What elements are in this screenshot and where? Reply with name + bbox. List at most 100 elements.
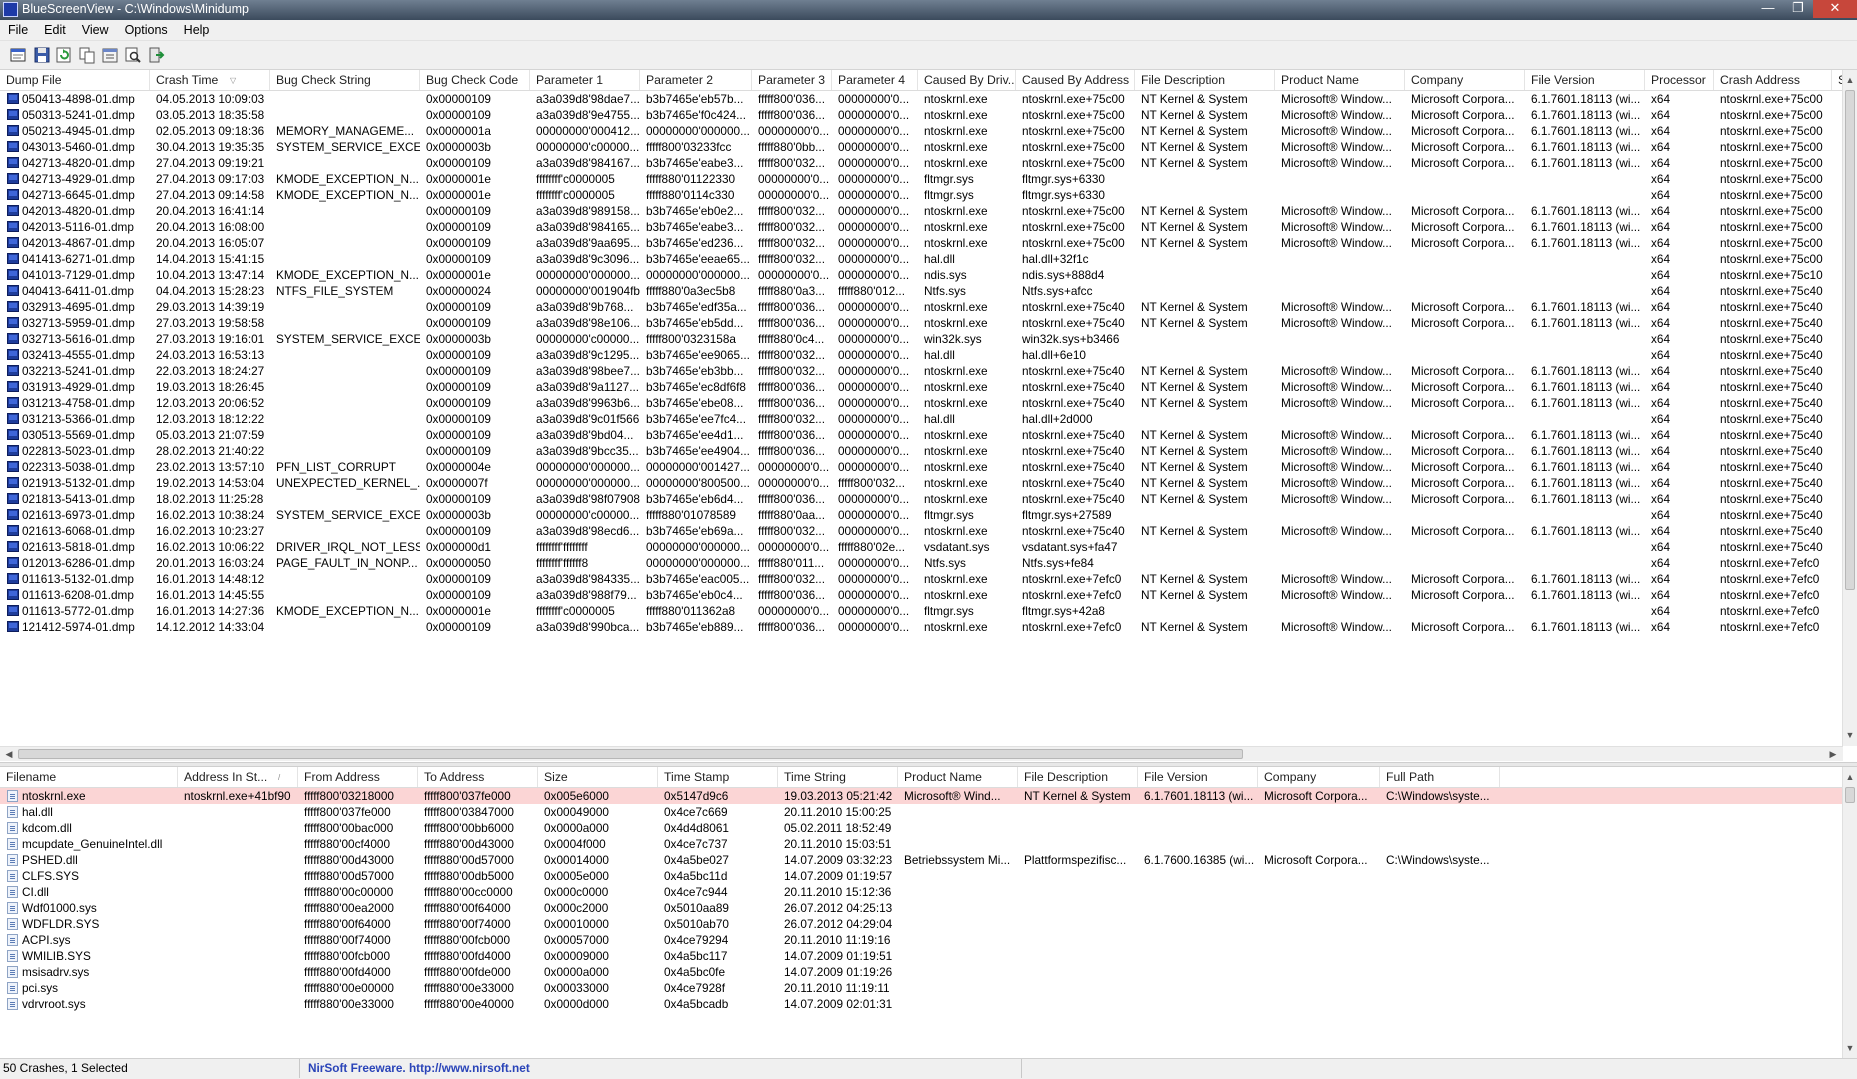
table-row[interactable]: 050313-5241-01.dmp 03.05.2013 18:35:58 0x0… bbox=[0, 107, 1843, 123]
column-header-file-description[interactable]: File Description bbox=[1135, 70, 1275, 90]
table-row[interactable]: 031913-4929-01.dmp 19.03.2013 18:26:45 0x0… bbox=[0, 379, 1843, 395]
column-header-parameter-3[interactable]: Parameter 3 bbox=[752, 70, 832, 90]
copy-icon[interactable] bbox=[78, 46, 96, 64]
scroll-up-icon[interactable]: ▲ bbox=[1843, 770, 1857, 784]
column-header-full-path[interactable]: Full Path bbox=[1380, 767, 1500, 787]
table-row[interactable]: WMILIB.SYS fffff880'00fcb000 fffff880'00fd… bbox=[0, 948, 1843, 964]
scroll-up-icon[interactable]: ▲ bbox=[1843, 73, 1857, 87]
column-header-parameter-2[interactable]: Parameter 2 bbox=[640, 70, 752, 90]
menu-file[interactable]: File bbox=[0, 20, 36, 40]
table-row[interactable]: 042013-5116-01.dmp 20.04.2013 16:08:00 0x0… bbox=[0, 219, 1843, 235]
table-row[interactable]: 032713-5959-01.dmp 27.03.2013 19:58:58 0x0… bbox=[0, 315, 1843, 331]
close-button[interactable]: ✕ bbox=[1813, 0, 1857, 18]
column-header-to-address[interactable]: To Address bbox=[418, 767, 538, 787]
table-row[interactable]: ACPI.sys fffff880'00f74000 fffff880'00fcb0… bbox=[0, 932, 1843, 948]
nirsoft-link[interactable]: NirSoft Freeware. http://www.nirsoft.net bbox=[302, 1059, 1022, 1078]
table-row[interactable]: 022313-5038-01.dmp 23.02.2013 13:57:10 PFN… bbox=[0, 459, 1843, 475]
table-row[interactable]: 031213-5366-01.dmp 12.03.2013 18:12:22 0x0… bbox=[0, 411, 1843, 427]
table-row[interactable]: 021913-5132-01.dmp 19.02.2013 14:53:04 UNE… bbox=[0, 475, 1843, 491]
column-header-address-in-st[interactable]: Address In St... / bbox=[178, 767, 298, 787]
table-row[interactable]: 021613-6068-01.dmp 16.02.2013 10:23:27 0x0… bbox=[0, 523, 1843, 539]
table-row[interactable]: 032213-5241-01.dmp 22.03.2013 18:24:27 0x0… bbox=[0, 363, 1843, 379]
table-row[interactable]: 040413-6411-01.dmp 04.04.2013 15:28:23 NTF… bbox=[0, 283, 1843, 299]
column-header-dump-file[interactable]: Dump File bbox=[0, 70, 150, 90]
properties-icon[interactable] bbox=[101, 46, 119, 64]
table-row[interactable]: 043013-5460-01.dmp 30.04.2013 19:35:35 SYS… bbox=[0, 139, 1843, 155]
table-row[interactable]: 042013-4867-01.dmp 20.04.2013 16:05:07 0x0… bbox=[0, 235, 1843, 251]
table-row[interactable]: 042713-6645-01.dmp 27.04.2013 09:14:58 KMO… bbox=[0, 187, 1843, 203]
find-icon[interactable] bbox=[124, 46, 142, 64]
column-header-caused-by-driv[interactable]: Caused By Driv... bbox=[918, 70, 1016, 90]
table-row[interactable]: 011613-6208-01.dmp 16.01.2013 14:45:55 0x0… bbox=[0, 587, 1843, 603]
maximize-button[interactable]: ❐ bbox=[1783, 0, 1813, 18]
menu-help[interactable]: Help bbox=[176, 20, 218, 40]
crash-horizontal-scroll-thumb[interactable] bbox=[18, 749, 1243, 759]
table-row[interactable]: msisadrv.sys fffff880'00fd4000 fffff880'00… bbox=[0, 964, 1843, 980]
column-header-size[interactable]: Size bbox=[538, 767, 658, 787]
menu-edit[interactable]: Edit bbox=[36, 20, 74, 40]
column-header-crash-address[interactable]: Crash Address bbox=[1714, 70, 1832, 90]
column-header-file-version[interactable]: File Version bbox=[1525, 70, 1645, 90]
table-row[interactable]: 011613-5772-01.dmp 16.01.2013 14:27:36 KMO… bbox=[0, 603, 1843, 619]
html-report-icon[interactable] bbox=[9, 46, 27, 64]
scroll-down-icon[interactable]: ▼ bbox=[1843, 1041, 1857, 1055]
table-row[interactable]: 012013-6286-01.dmp 20.01.2013 16:03:24 PAG… bbox=[0, 555, 1843, 571]
column-header-file-description[interactable]: File Description bbox=[1018, 767, 1138, 787]
column-header-file-version[interactable]: File Version bbox=[1138, 767, 1258, 787]
crash-vertical-scroll-thumb[interactable] bbox=[1845, 90, 1855, 590]
table-row[interactable]: PSHED.dll fffff880'00d43000 fffff880'00d57… bbox=[0, 852, 1843, 868]
table-row[interactable]: 011613-5132-01.dmp 16.01.2013 14:48:12 0x0… bbox=[0, 571, 1843, 587]
table-row[interactable]: pci.sys fffff880'00e00000 fffff880'00e3300… bbox=[0, 980, 1843, 996]
scroll-left-icon[interactable]: ◀ bbox=[2, 747, 16, 761]
menu-options[interactable]: Options bbox=[117, 20, 176, 40]
column-header-product-name[interactable]: Product Name bbox=[898, 767, 1018, 787]
column-header-crash-time[interactable]: Crash Time ▽ bbox=[150, 70, 270, 90]
exit-icon[interactable] bbox=[147, 46, 165, 64]
scroll-right-icon[interactable]: ▶ bbox=[1826, 747, 1840, 761]
table-row[interactable]: 022813-5023-01.dmp 28.02.2013 21:40:22 0x0… bbox=[0, 443, 1843, 459]
column-header-processor[interactable]: Processor bbox=[1645, 70, 1714, 90]
table-row[interactable]: WDFLDR.SYS fffff880'00f64000 fffff880'00f7… bbox=[0, 916, 1843, 932]
table-row[interactable]: 032713-5616-01.dmp 27.03.2013 19:16:01 SYS… bbox=[0, 331, 1843, 347]
table-row[interactable]: 041013-7129-01.dmp 10.04.2013 13:47:14 KMO… bbox=[0, 267, 1843, 283]
column-header-time-string[interactable]: Time String bbox=[778, 767, 898, 787]
table-row[interactable]: 021813-5413-01.dmp 18.02.2013 11:25:28 0x0… bbox=[0, 491, 1843, 507]
table-row[interactable]: kdcom.dll fffff800'00bac000 fffff800'00bb6… bbox=[0, 820, 1843, 836]
table-row[interactable]: 030513-5569-01.dmp 05.03.2013 21:07:59 0x0… bbox=[0, 427, 1843, 443]
table-row[interactable]: 050213-4945-01.dmp 02.05.2013 09:18:36 MEM… bbox=[0, 123, 1843, 139]
table-row-selected[interactable]: ntoskrnl.exe ntoskrnl.exe+41bf90 fffff800'… bbox=[0, 788, 1843, 804]
column-header-company[interactable]: Company bbox=[1258, 767, 1380, 787]
table-row[interactable]: 042013-4820-01.dmp 20.04.2013 16:41:14 0x0… bbox=[0, 203, 1843, 219]
column-header-bug-check-string[interactable]: Bug Check String bbox=[270, 70, 420, 90]
table-row[interactable]: 042713-4929-01.dmp 27.04.2013 09:17:03 KMO… bbox=[0, 171, 1843, 187]
scroll-down-icon[interactable]: ▼ bbox=[1843, 728, 1857, 742]
refresh-icon[interactable] bbox=[55, 46, 73, 64]
column-header-filename[interactable]: Filename bbox=[0, 767, 178, 787]
column-header-parameter-4[interactable]: Parameter 4 bbox=[832, 70, 918, 90]
table-row[interactable]: Wdf01000.sys fffff880'00ea2000 fffff880'00… bbox=[0, 900, 1843, 916]
menu-view[interactable]: View bbox=[74, 20, 117, 40]
table-row[interactable]: vdrvroot.sys fffff880'00e33000 fffff880'00… bbox=[0, 996, 1843, 1012]
table-row[interactable]: 032913-4695-01.dmp 29.03.2013 14:39:19 0x0… bbox=[0, 299, 1843, 315]
minimize-button[interactable]: — bbox=[1753, 0, 1783, 18]
driver-vertical-scroll-thumb[interactable] bbox=[1845, 787, 1855, 803]
column-header-from-address[interactable]: From Address bbox=[298, 767, 418, 787]
table-row[interactable]: 042713-4820-01.dmp 27.04.2013 09:19:21 0x0… bbox=[0, 155, 1843, 171]
crash-vertical-scrollbar[interactable]: ▲ ▼ bbox=[1842, 70, 1857, 746]
table-row[interactable]: hal.dll fffff800'037fe000 fffff800'0384700… bbox=[0, 804, 1843, 820]
column-header-time-stamp[interactable]: Time Stamp bbox=[658, 767, 778, 787]
column-header-company[interactable]: Company bbox=[1405, 70, 1525, 90]
table-row[interactable]: 021613-5818-01.dmp 16.02.2013 10:06:22 DRI… bbox=[0, 539, 1843, 555]
column-header-parameter-1[interactable]: Parameter 1 bbox=[530, 70, 640, 90]
table-row[interactable]: 031213-4758-01.dmp 12.03.2013 20:06:52 0x0… bbox=[0, 395, 1843, 411]
table-row[interactable]: mcupdate_GenuineIntel.dll fffff880'00cf40… bbox=[0, 836, 1843, 852]
table-row[interactable]: 121412-5974-01.dmp 14.12.2012 14:33:04 0x0… bbox=[0, 619, 1843, 635]
crash-horizontal-scrollbar[interactable]: ◀ ▶ bbox=[0, 746, 1843, 761]
table-row[interactable]: 032413-4555-01.dmp 24.03.2013 16:53:13 0x0… bbox=[0, 347, 1843, 363]
table-row[interactable]: 021613-6973-01.dmp 16.02.2013 10:38:24 SYS… bbox=[0, 507, 1843, 523]
column-header-product-name[interactable]: Product Name bbox=[1275, 70, 1405, 90]
table-row[interactable]: CLFS.SYS fffff880'00d57000 fffff880'00db50… bbox=[0, 868, 1843, 884]
table-row[interactable]: CI.dll fffff880'00c00000 fffff880'00cc0000… bbox=[0, 884, 1843, 900]
table-row[interactable]: 041413-6271-01.dmp 14.04.2013 15:41:15 0x0… bbox=[0, 251, 1843, 267]
driver-vertical-scrollbar[interactable]: ▲ ▼ bbox=[1842, 767, 1857, 1058]
